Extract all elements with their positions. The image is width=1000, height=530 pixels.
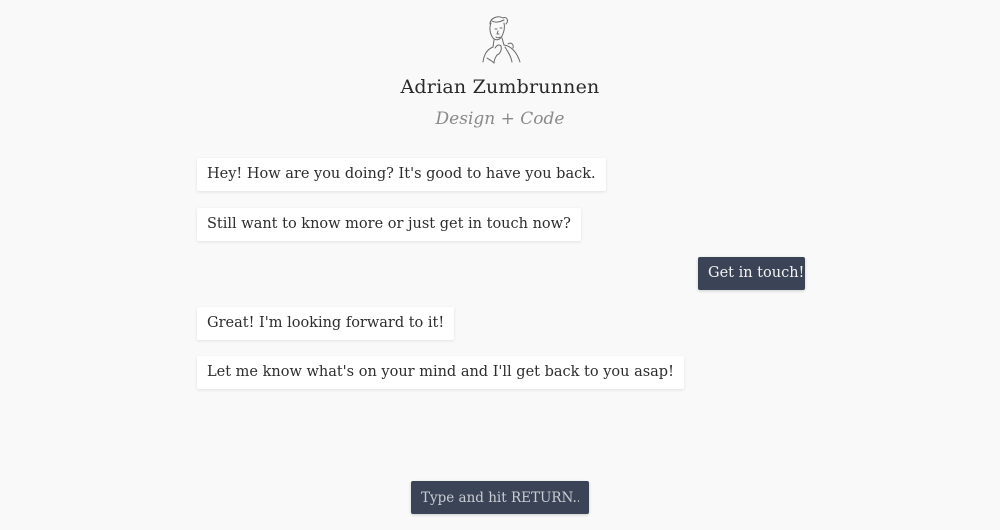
chat-message-bot: Let me know what's on your mind and I'll… [197, 356, 684, 389]
message-composer[interactable] [411, 481, 589, 514]
chat-message-bot: Great! I'm looking forward to it! [197, 307, 455, 340]
sketch-portrait-icon [482, 16, 521, 64]
profile-name: Adrian Zumbrunnen [400, 76, 600, 98]
chat-reply-get-in-touch[interactable]: Get in touch! [698, 257, 805, 290]
chat-message-bot: Still want to know more or just get in t… [197, 208, 581, 241]
profile-tagline: Design + Code [435, 109, 565, 129]
avatar [478, 14, 526, 64]
message-input[interactable] [411, 481, 589, 514]
chat-message-bot: Hey! How are you doing? It's good to hav… [197, 158, 606, 191]
